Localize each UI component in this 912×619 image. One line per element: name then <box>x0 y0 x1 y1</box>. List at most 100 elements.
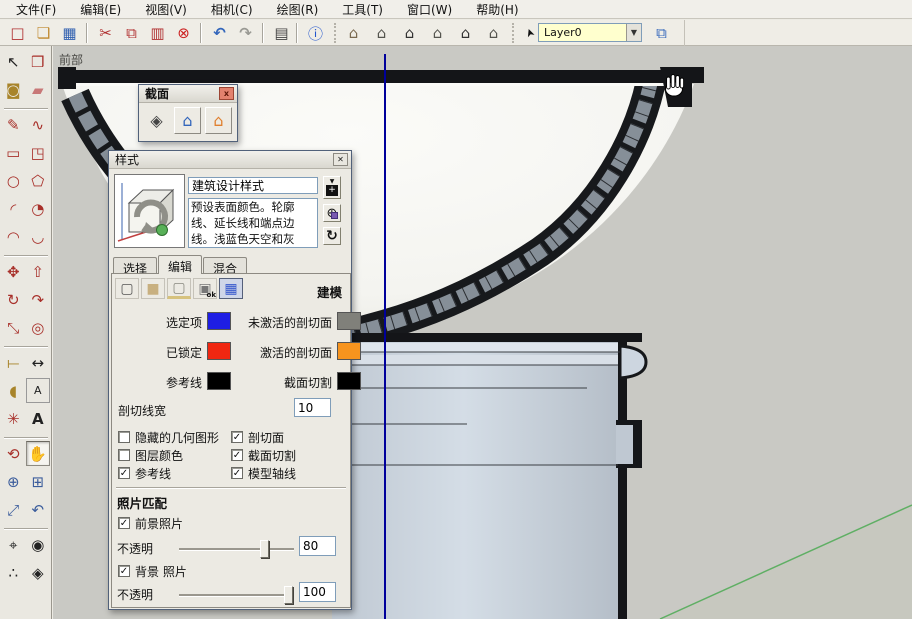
modeling-settings-button[interactable]: ▦ <box>219 278 243 299</box>
fg-opacity-slider-thumb[interactable] <box>260 540 269 558</box>
section-toolbar-titlebar[interactable]: 截面 x <box>139 85 237 103</box>
open-button[interactable]: ❏ <box>32 22 55 44</box>
polygon-tool[interactable]: ⬠ <box>26 168 50 193</box>
select-tool[interactable]: ↖ <box>1 49 25 74</box>
close-icon[interactable]: ✕ <box>333 153 348 166</box>
cut-button[interactable]: ✂ <box>94 22 117 44</box>
copy-button[interactable]: ⧉ <box>120 22 143 44</box>
text-tool[interactable]: A <box>26 378 50 403</box>
fg-opacity-input[interactable] <box>299 536 336 556</box>
redo-button[interactable]: ↷ <box>234 22 257 44</box>
display-section-planes-button[interactable]: ⌂ <box>174 107 201 134</box>
style-preview-thumbnail[interactable] <box>114 174 185 248</box>
pan-tool[interactable]: ✋ <box>26 441 50 466</box>
active-section-swatch[interactable] <box>337 342 361 360</box>
circle-tool[interactable]: ○ <box>1 168 25 193</box>
style-description-box[interactable]: 预设表面颜色。轮廓线、延长线和端点边线。浅蓝色天空和灰 <box>188 198 318 248</box>
section-cut-color-swatch[interactable] <box>337 372 361 390</box>
fg-opacity-slider-track[interactable] <box>179 548 294 551</box>
face-settings-button[interactable]: ■ <box>141 278 165 299</box>
styles-dialog-titlebar[interactable]: 样式 ✕ <box>109 151 351 169</box>
model-axes-checkbox[interactable]: ✓ 模型轴线 <box>231 466 296 480</box>
axes-tool[interactable]: ✳ <box>1 406 25 431</box>
line-tool[interactable]: ✎ <box>1 112 25 137</box>
hidden-geometry-checkbox[interactable]: 隐藏的几何图形 <box>118 430 219 444</box>
style-name-input[interactable] <box>188 177 318 194</box>
freehand-tool[interactable]: ∿ <box>26 112 50 137</box>
move-tool[interactable]: ✥ <box>1 259 25 284</box>
foreground-photo-checkbox[interactable]: ✓ 前景照片 <box>118 516 183 530</box>
refresh-style-button[interactable]: ↻ <box>323 227 341 245</box>
dimension-tool[interactable]: ↔ <box>26 350 50 375</box>
menu-edit[interactable]: 编辑(E) <box>70 0 131 19</box>
view-right-button[interactable]: ⌂ <box>426 22 449 44</box>
section-line-width-input[interactable] <box>294 398 331 417</box>
display-section-cuts-button[interactable]: ⌂ <box>205 107 232 134</box>
rotated-rectangle-tool[interactable]: ◳ <box>26 140 50 165</box>
guides-checkbox[interactable]: ✓ 参考线 <box>118 466 171 480</box>
tab-mix[interactable]: 混合 <box>203 257 247 274</box>
section-planes-checkbox[interactable]: ✓ 剖切面 <box>231 430 284 444</box>
view-back-button[interactable]: ⌂ <box>454 22 477 44</box>
tape-measure-tool[interactable]: ⟝ <box>1 350 25 375</box>
make-component-tool[interactable]: ❒ <box>26 49 50 74</box>
close-icon[interactable]: x <box>219 87 234 100</box>
3d-text-tool[interactable]: A <box>26 406 50 431</box>
layer-dropdown[interactable]: Layer0 ▼ <box>538 23 642 42</box>
save-button[interactable]: ▦ <box>58 22 81 44</box>
zoom-window-tool[interactable]: ⊞ <box>26 469 50 494</box>
create-new-style-button[interactable]: ▼ + <box>323 176 341 199</box>
bg-opacity-slider-thumb[interactable] <box>284 586 293 604</box>
zoom-extents-tool[interactable]: ⤢ <box>1 497 25 522</box>
tab-edit[interactable]: 编辑 <box>158 255 202 274</box>
undo-button[interactable]: ↶ <box>208 22 231 44</box>
chevron-down-icon[interactable]: ▼ <box>626 24 641 41</box>
two-point-arc-tool[interactable]: ◠ <box>1 224 25 249</box>
locked-color-swatch[interactable] <box>207 342 231 360</box>
edge-settings-button[interactable]: ▢ <box>115 278 139 299</box>
guides-color-swatch[interactable] <box>207 372 231 390</box>
view-iso-button[interactable]: ⌂ <box>342 22 365 44</box>
menu-tools[interactable]: 工具(T) <box>332 0 393 19</box>
menu-view[interactable]: 视图(V) <box>135 0 197 19</box>
model-info-button[interactable]: ⓘ <box>304 22 327 44</box>
tab-select[interactable]: 选择 <box>113 257 157 274</box>
look-around-tool[interactable]: ◉ <box>26 532 50 557</box>
layer-manager-button[interactable]: ⧉ <box>650 22 673 44</box>
bg-opacity-input[interactable] <box>299 582 336 602</box>
scale-tool[interactable]: ⤡ <box>1 315 25 340</box>
rotate-tool[interactable]: ↻ <box>1 287 25 312</box>
view-top-button[interactable]: ⌂ <box>370 22 393 44</box>
zoom-tool[interactable]: ⊕ <box>1 469 25 494</box>
menu-help[interactable]: 帮助(H) <box>466 0 528 19</box>
section-plane-tool[interactable]: ◈ <box>26 560 50 585</box>
section-plane-button[interactable]: ◈ <box>143 107 170 134</box>
background-photo-checkbox[interactable]: ✓ 背景 照片 <box>118 564 187 578</box>
eraser-tool[interactable]: ▰ <box>26 77 50 102</box>
follow-me-tool[interactable]: ↷ <box>26 287 50 312</box>
erase-button[interactable]: ⊗ <box>172 22 195 44</box>
three-point-arc-tool[interactable]: ◡ <box>26 224 50 249</box>
menu-draw[interactable]: 绘图(R) <box>267 0 329 19</box>
menu-camera[interactable]: 相机(C) <box>201 0 263 19</box>
bg-opacity-slider-track[interactable] <box>179 594 294 597</box>
walk-tool[interactable]: ∴ <box>1 560 25 585</box>
menu-file[interactable]: 文件(F) <box>6 0 66 19</box>
view-front-button[interactable]: ⌂ <box>398 22 421 44</box>
paint-bucket-tool[interactable]: ◙ <box>1 77 25 102</box>
push-pull-tool[interactable]: ⇧ <box>26 259 50 284</box>
inactive-section-swatch[interactable] <box>337 312 361 330</box>
protractor-tool[interactable]: ◖ <box>1 378 25 403</box>
watermark-settings-button[interactable]: ▣ok <box>193 278 217 299</box>
orbit-tool[interactable]: ⟲ <box>1 441 25 466</box>
selected-color-swatch[interactable] <box>207 312 231 330</box>
background-settings-button[interactable]: ▢ <box>167 278 191 299</box>
view-left-button[interactable]: ⌂ <box>482 22 505 44</box>
style-update-cube-button[interactable]: ⊕ <box>323 204 341 222</box>
offset-tool[interactable]: ◎ <box>26 315 50 340</box>
rectangle-tool[interactable]: ▭ <box>1 140 25 165</box>
menu-window[interactable]: 窗口(W) <box>397 0 462 19</box>
arc-tool[interactable]: ◜ <box>1 196 25 221</box>
position-camera-tool[interactable]: ⌖ <box>1 532 25 557</box>
new-button[interactable]: □ <box>6 22 29 44</box>
